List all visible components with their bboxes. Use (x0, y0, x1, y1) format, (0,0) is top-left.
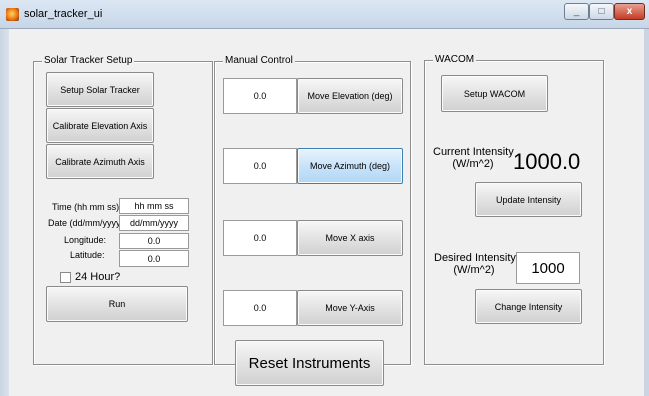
setup-wacom-button[interactable]: Setup WACOM (441, 75, 548, 112)
current-intensity-readout: 1000.0 (513, 149, 581, 174)
solar-tracker-setup-panel: Solar Tracker Setup Setup Solar Tracker … (33, 55, 213, 365)
wacom-panel: WACOM Setup WACOM Current Intensity (W/m… (424, 54, 604, 365)
figure-client-area: Solar Tracker Setup Setup Solar Tracker … (9, 29, 644, 396)
move-x-axis-button[interactable]: Move X axis (297, 220, 403, 256)
x-axis-input[interactable]: 0.0 (223, 220, 297, 256)
move-elevation-button[interactable]: Move Elevation (deg) (297, 78, 403, 114)
desired-intensity-label-line2: (W/m^2) (453, 264, 495, 276)
manual-control-panel: Manual Control 0.0 Move Elevation (deg) … (214, 55, 411, 365)
y-axis-input[interactable]: 0.0 (223, 290, 297, 326)
elevation-input[interactable]: 0.0 (223, 78, 297, 114)
current-intensity-label-line1: Current Intensity (433, 146, 514, 158)
latitude-input[interactable]: 0.0 (119, 250, 189, 267)
run-button[interactable]: Run (46, 286, 188, 322)
desired-intensity-label-line1: Desired Intensity (434, 252, 516, 264)
change-intensity-button[interactable]: Change Intensity (475, 289, 582, 324)
date-input[interactable]: dd/mm/yyyy (119, 215, 189, 231)
hour24-checkbox[interactable] (60, 272, 71, 283)
close-button[interactable]: x (614, 3, 645, 20)
date-label: Date (dd/mm/yyyy): (48, 218, 127, 228)
current-intensity-label: Current Intensity (W/m^2) (433, 146, 514, 170)
window-frame-left (0, 29, 9, 396)
longitude-label: Longitude: (64, 235, 107, 245)
update-intensity-button[interactable]: Update Intensity (475, 182, 582, 217)
panel-title: Manual Control (223, 55, 295, 67)
move-y-axis-button[interactable]: Move Y-Axis (297, 290, 403, 326)
matlab-app-icon (6, 8, 19, 21)
azimuth-input[interactable]: 0.0 (223, 148, 297, 184)
longitude-input[interactable]: 0.0 (119, 233, 189, 249)
maximize-button[interactable]: □ (589, 3, 614, 20)
window-title: solar_tracker_ui (24, 8, 103, 20)
latitude-label: Latitude: (70, 250, 105, 260)
desired-intensity-input[interactable]: 1000 (516, 252, 580, 284)
panel-title: WACOM (433, 54, 477, 66)
time-label: Time (hh mm ss): (52, 202, 122, 212)
current-intensity-label-line2: (W/m^2) (452, 158, 494, 170)
hour24-label: 24 Hour? (75, 271, 121, 283)
panel-title: Solar Tracker Setup (42, 55, 135, 67)
time-input[interactable]: hh mm ss (119, 198, 189, 214)
reset-instruments-button[interactable]: Reset Instruments (235, 340, 384, 386)
desired-intensity-label: Desired Intensity (W/m^2) (434, 252, 516, 276)
setup-solar-tracker-button[interactable]: Setup Solar Tracker (46, 72, 154, 107)
minimize-button[interactable]: _ (564, 3, 589, 20)
window-frame-right (644, 29, 649, 396)
calibrate-elevation-button[interactable]: Calibrate Elevation Axis (46, 108, 154, 143)
move-azimuth-button[interactable]: Move Azimuth (deg) (297, 148, 403, 184)
window-titlebar[interactable]: solar_tracker_ui _ □ x (0, 0, 649, 29)
calibrate-azimuth-button[interactable]: Calibrate Azimuth Axis (46, 144, 154, 179)
